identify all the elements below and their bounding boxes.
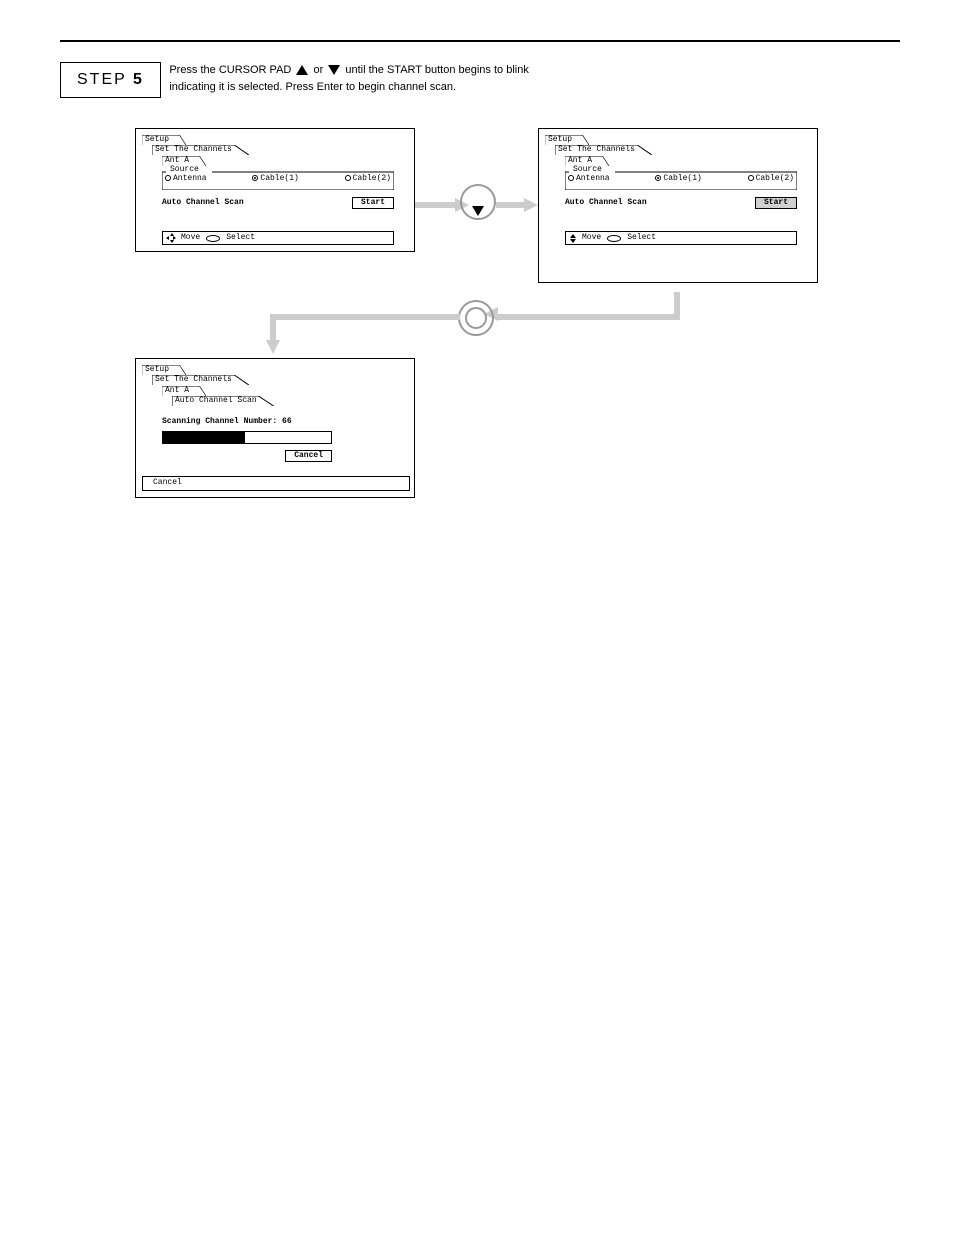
radio-icon [252, 175, 258, 181]
tab-ant-a: Ant A [162, 386, 206, 396]
step-row: STEP 5 Press the CURSOR PAD or until the… [60, 62, 900, 98]
move-arrows-icon [570, 234, 576, 243]
opt-antenna[interactable]: Antenna [568, 174, 610, 184]
flow-arrow-2 [496, 198, 538, 212]
help-move: Move [181, 233, 200, 243]
tab-auto-channel-scan: Auto Channel Scan [172, 396, 274, 406]
connector [674, 292, 680, 314]
help-select: Select [627, 233, 656, 243]
tab-set-channels: Set The Channels [152, 375, 249, 385]
down-arrow-icon [472, 206, 484, 216]
auto-scan-label: Auto Channel Scan [162, 198, 244, 208]
opt-cable1[interactable]: Cable(1) [252, 174, 298, 184]
radio-icon [568, 175, 574, 181]
radio-icon [655, 175, 661, 181]
help-row: Cancel [142, 476, 410, 490]
opt-cable2[interactable]: Cable(2) [345, 174, 391, 184]
tab-set-channels: Set The Channels [555, 145, 652, 155]
tab-ant-a: Ant A [162, 156, 206, 166]
step-label: STEP [77, 71, 127, 88]
tab-ant-a: Ant A [565, 156, 609, 166]
scan-text: Scanning Channel Number: 66 [162, 417, 408, 427]
opt-cable1[interactable]: Cable(1) [655, 174, 701, 184]
help-select: Select [226, 233, 255, 243]
connector [498, 314, 680, 320]
instr-seg2: or [313, 64, 326, 76]
source-box: Source Antenna Cable(1) Cable(2) [162, 170, 394, 186]
progress-bar [162, 431, 332, 444]
radio-icon [748, 175, 754, 181]
cancel-button[interactable]: Cancel [285, 450, 332, 462]
radio-icon [165, 175, 171, 181]
cancel-row: Cancel [162, 450, 332, 462]
scan-progress: Scanning Channel Number: 66 [162, 417, 408, 444]
tab-setup: Setup [545, 135, 589, 145]
scan-row: Auto Channel Scan Start [565, 197, 797, 209]
instr-seg1: Press the CURSOR PAD [169, 64, 294, 76]
tab-set-channels: Set The Channels [152, 145, 249, 155]
opt-cable2[interactable]: Cable(2) [748, 174, 794, 184]
tab-setup: Setup [142, 365, 186, 375]
start-button[interactable]: Start [352, 197, 394, 209]
remote-enter-button[interactable] [458, 300, 494, 336]
move-arrows-icon [167, 234, 175, 242]
cursor-up-icon [296, 65, 308, 75]
panel-c[interactable]: Setup Set The Channels Ant A Auto Channe… [135, 358, 415, 498]
select-icon [206, 235, 220, 242]
help-row: Move Select [162, 231, 394, 245]
instr-seg3: until the START button begins to blink [345, 64, 528, 76]
page: STEP 5 Press the CURSOR PAD or until the… [0, 0, 954, 618]
tab-setup: Setup [142, 135, 186, 145]
help-move: Move [582, 233, 601, 243]
step-box: STEP 5 [60, 62, 161, 98]
opt-antenna[interactable]: Antenna [165, 174, 207, 184]
help-row: Move Select [565, 231, 797, 245]
figure-row-2: Setup Set The Channels Ant A Auto Channe… [60, 318, 900, 578]
step-number: 5 [133, 71, 144, 88]
auto-scan-label: Auto Channel Scan [565, 198, 647, 208]
remote-down-button[interactable] [460, 184, 496, 220]
scan-row: Auto Channel Scan Start [162, 197, 394, 209]
panel-b[interactable]: Setup Set The Channels Ant A Source [538, 128, 818, 283]
help-cancel: Cancel [153, 478, 182, 488]
start-button[interactable]: Start [755, 197, 797, 209]
horizontal-rule [60, 40, 900, 42]
select-icon [607, 235, 621, 242]
radio-icon [345, 175, 351, 181]
instr-seg4: indicating it is selected. Press Enter t… [169, 81, 456, 93]
cursor-down-icon [328, 65, 340, 75]
panel-a[interactable]: Setup Set The Channels Ant A Source [135, 128, 415, 252]
figure-row-1: Setup Set The Channels Ant A Source [60, 128, 900, 318]
progress-fill [163, 432, 245, 443]
instruction-text: Press the CURSOR PAD or until the START … [169, 62, 529, 95]
source-box: Source Antenna Cable(1) Cable(2) [565, 170, 797, 186]
connector [270, 314, 276, 340]
connector [270, 314, 460, 320]
flow-arrow-4 [266, 340, 280, 354]
